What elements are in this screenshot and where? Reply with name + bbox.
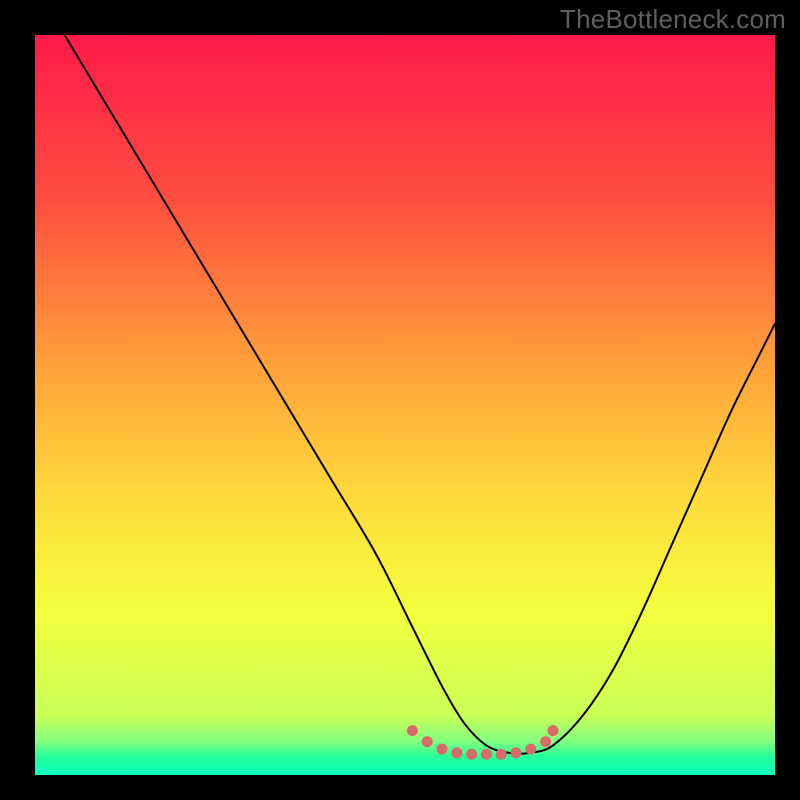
watermark-text: TheBottleneck.com (560, 4, 786, 35)
gradient-background (35, 35, 775, 775)
bottleneck-plot (0, 0, 800, 800)
chart-frame: TheBottleneck.com (0, 0, 800, 800)
